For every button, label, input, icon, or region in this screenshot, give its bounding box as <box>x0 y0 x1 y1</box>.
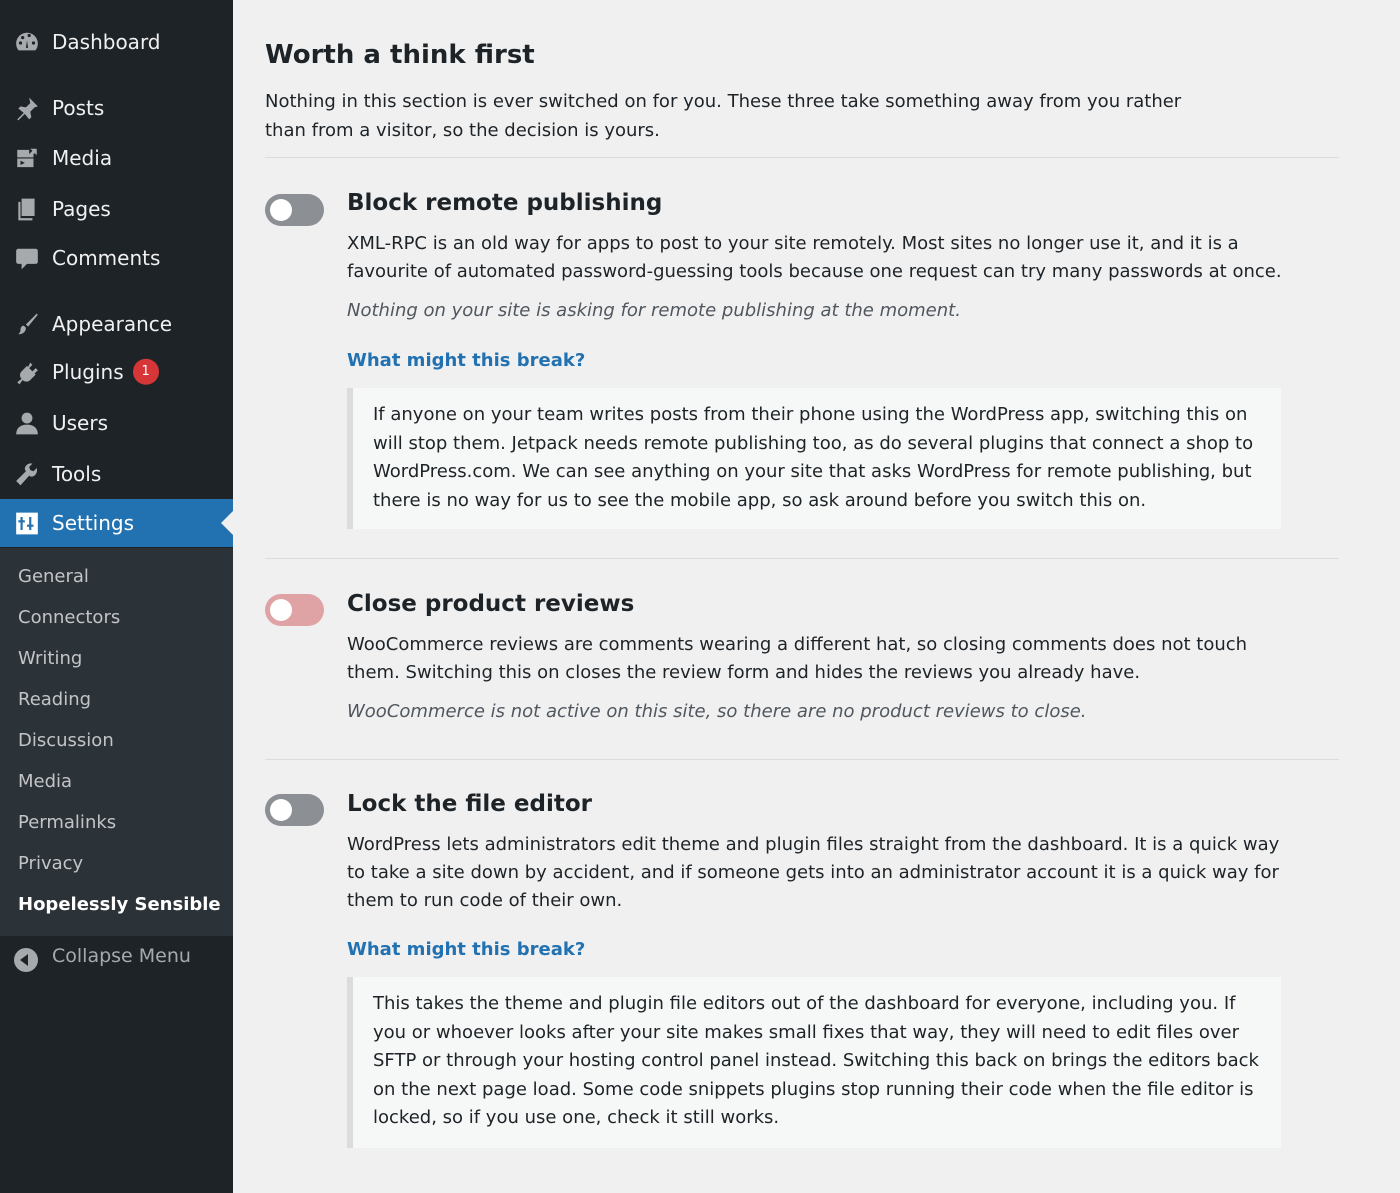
menu-item-settings[interactable]: Settings <box>0 499 233 547</box>
toggle-knob <box>270 599 292 621</box>
menu-label: Plugins 1 <box>52 358 159 387</box>
wrench-icon <box>13 461 40 488</box>
section-description: Nothing in this section is ever switched… <box>265 91 1182 141</box>
submenu-item-connectors[interactable]: Connectors <box>18 603 120 633</box>
divider <box>265 157 1339 158</box>
settings-icon <box>13 510 40 537</box>
submenu-item-hopelessly-sensible[interactable]: Hopelessly Sensible <box>18 890 221 920</box>
menu-item-appearance[interactable]: Appearance <box>0 300 233 348</box>
menu-item-pages[interactable]: Pages <box>0 185 233 233</box>
settings-submenu: General Connectors Writing Reading Discu… <box>0 548 233 936</box>
menu-label: Comments <box>52 246 161 270</box>
menu-item-plugins[interactable]: Plugins 1 <box>0 349 233 397</box>
submenu-item-privacy[interactable]: Privacy <box>18 849 83 879</box>
warning-note: If anyone on your team writes posts from… <box>347 388 1281 529</box>
lock-file-editor-toggle[interactable] <box>265 794 324 826</box>
divider <box>265 759 1339 760</box>
menu-label: Users <box>52 411 109 435</box>
menu-item-posts[interactable]: Posts <box>0 84 233 132</box>
what-might-break-link[interactable]: What might this break? <box>347 350 585 371</box>
option-title: Block remote publishing <box>347 190 663 216</box>
submenu-item-writing[interactable]: Writing <box>18 644 82 674</box>
submenu-item-general[interactable]: General <box>18 562 89 592</box>
plugin-icon <box>13 360 40 387</box>
menu-label: Dashboard <box>52 30 161 54</box>
collapse-menu-button[interactable]: Collapse Menu <box>0 936 233 982</box>
toggle-knob <box>270 799 292 821</box>
menu-label: Settings <box>52 511 135 535</box>
comment-icon <box>13 245 40 272</box>
admin-sidebar: Dashboard Posts Media Pages Comments App… <box>0 0 233 1193</box>
submenu-item-discussion[interactable]: Discussion <box>18 726 114 756</box>
menu-item-dashboard[interactable]: Dashboard <box>0 18 233 66</box>
submenu-item-permalinks[interactable]: Permalinks <box>18 808 116 838</box>
pin-icon <box>13 95 40 122</box>
option-status: Nothing on your site is asking for remot… <box>347 300 961 321</box>
menu-label: Posts <box>52 96 105 120</box>
menu-item-comments[interactable]: Comments <box>0 234 233 282</box>
what-might-break-link[interactable]: What might this break? <box>347 939 585 960</box>
update-count-badge: 1 <box>132 358 159 385</box>
toggle-knob <box>270 199 292 221</box>
option-title: Close product reviews <box>347 591 635 617</box>
menu-item-tools[interactable]: Tools <box>0 450 233 498</box>
main-content: Worth a think first Nothing in this sect… <box>233 0 1400 1193</box>
option-description: XML-RPC is an old way for apps to post t… <box>347 233 1282 282</box>
menu-label: Appearance <box>52 312 173 336</box>
warning-note: This takes the theme and plugin file edi… <box>347 977 1281 1148</box>
menu-item-users[interactable]: Users <box>0 399 233 447</box>
block-remote-publishing-toggle[interactable] <box>265 194 324 226</box>
pages-icon <box>13 196 40 223</box>
section-title: Worth a think first <box>265 40 535 70</box>
option-description: WooCommerce reviews are comments wearing… <box>347 634 1248 683</box>
user-icon <box>13 410 40 437</box>
option-title: Lock the file editor <box>347 791 592 817</box>
dashboard-icon <box>13 29 40 56</box>
submenu-item-reading[interactable]: Reading <box>18 685 91 715</box>
paintbrush-icon <box>13 311 40 338</box>
close-product-reviews-toggle[interactable] <box>265 594 324 626</box>
collapse-menu-label: Collapse Menu <box>52 945 191 967</box>
option-status: WooCommerce is not active on this site, … <box>347 701 1087 722</box>
plugins-label: Plugins <box>52 359 124 384</box>
menu-item-media[interactable]: Media <box>0 134 233 182</box>
media-icon <box>13 145 40 172</box>
menu-label: Pages <box>52 197 111 221</box>
divider <box>265 558 1339 559</box>
menu-label: Media <box>52 146 113 170</box>
submenu-item-media[interactable]: Media <box>18 767 72 797</box>
collapse-arrow-icon <box>14 948 38 972</box>
option-description: WordPress lets administrators edit theme… <box>347 834 1280 911</box>
menu-label: Tools <box>52 462 102 486</box>
